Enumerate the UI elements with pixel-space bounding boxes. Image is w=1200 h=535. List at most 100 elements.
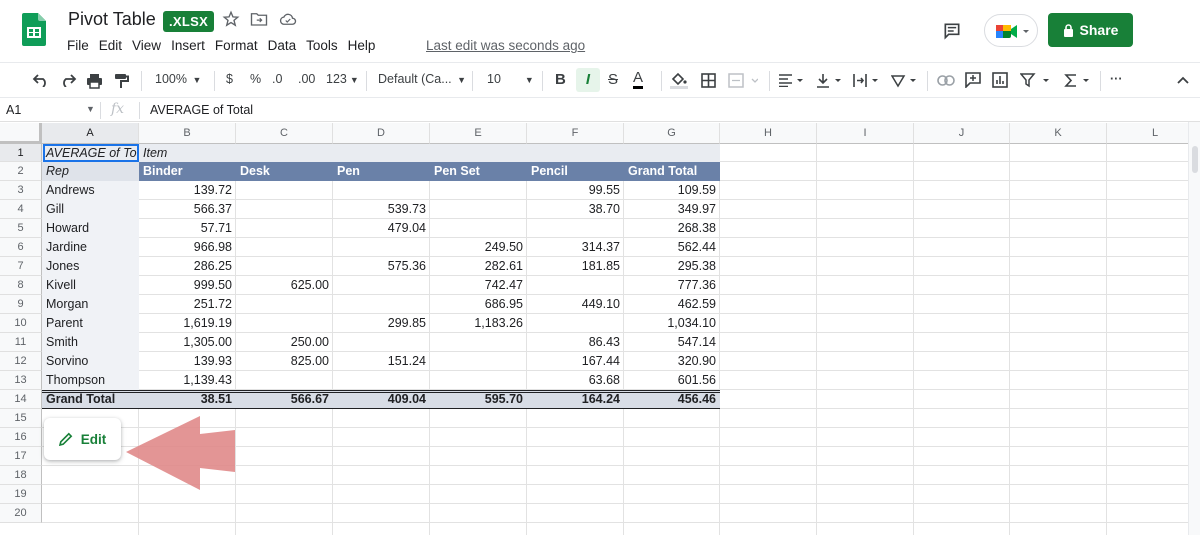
pivot-value-cell[interactable]: 286.25 [139, 257, 236, 276]
meet-button[interactable] [984, 14, 1038, 47]
row-header-4[interactable]: 4 [0, 200, 42, 219]
row-header-3[interactable]: 3 [0, 181, 42, 200]
name-box[interactable]: A1 [6, 103, 21, 117]
pivot-value-cell[interactable]: 825.00 [236, 352, 333, 371]
row-header-8[interactable]: 8 [0, 276, 42, 295]
row-header-17[interactable]: 17 [0, 447, 42, 466]
pivot-value-cell[interactable] [333, 276, 430, 295]
pivot-value-cell[interactable]: 547.14 [624, 333, 720, 352]
pivot-value-cell[interactable] [527, 276, 624, 295]
pivot-value-cell[interactable]: 1,139.43 [139, 371, 236, 390]
filter-icon[interactable] [1020, 73, 1050, 88]
functions-icon[interactable] [1064, 73, 1094, 88]
menu-view[interactable]: View [132, 38, 161, 53]
pivot-value-cell[interactable]: 282.61 [430, 257, 527, 276]
move-folder-icon[interactable] [250, 11, 268, 27]
column-header-f[interactable]: F [527, 123, 624, 144]
pivot-value-cell[interactable]: 966.98 [139, 238, 236, 257]
pivot-value-cell[interactable]: 601.56 [624, 371, 720, 390]
vertical-scrollbar[interactable] [1188, 122, 1200, 535]
pivot-value-cell[interactable]: 109.59 [624, 181, 720, 200]
pivot-value-cell[interactable] [430, 200, 527, 219]
pivot-column-header[interactable]: Pen [333, 162, 430, 181]
formula-input[interactable]: AVERAGE of Total [150, 103, 253, 117]
print-icon[interactable] [86, 73, 103, 89]
fill-color-icon[interactable] [670, 72, 688, 89]
column-header-c[interactable]: C [236, 123, 333, 144]
pivot-value-cell[interactable]: 139.72 [139, 181, 236, 200]
pivot-rep-name[interactable]: Kivell [42, 276, 139, 295]
insert-chart-icon[interactable] [992, 72, 1008, 88]
italic-button[interactable]: I [576, 68, 600, 92]
increase-decimal-button[interactable]: .00 [298, 72, 315, 86]
pivot-value-cell[interactable]: 295.38 [624, 257, 720, 276]
pivot-value-cell[interactable]: 167.44 [527, 352, 624, 371]
scrollbar-thumb[interactable] [1192, 146, 1198, 173]
pivot-value-cell[interactable] [333, 295, 430, 314]
redo-icon[interactable] [59, 73, 77, 87]
text-wrapping-icon[interactable] [853, 73, 883, 88]
pivot-value-cell[interactable]: 299.85 [333, 314, 430, 333]
text-color-button[interactable]: A [633, 69, 644, 89]
star-icon[interactable] [222, 10, 240, 28]
pivot-value-cell[interactable]: 268.38 [624, 219, 720, 238]
pivot-value-cell[interactable] [333, 333, 430, 352]
pivot-value-cell[interactable]: 151.24 [333, 352, 430, 371]
row-header-11[interactable]: 11 [0, 333, 42, 352]
pivot-value-cell[interactable]: 1,619.19 [139, 314, 236, 333]
pivot-value-cell[interactable] [236, 371, 333, 390]
font-size-select[interactable]: 10 ▼ [487, 72, 534, 86]
pivot-value-cell[interactable] [236, 257, 333, 276]
vertical-align-icon[interactable] [816, 73, 846, 88]
menu-edit[interactable]: Edit [99, 38, 122, 53]
pivot-value-cell[interactable]: 99.55 [527, 181, 624, 200]
pivot-value-cell[interactable]: 63.68 [527, 371, 624, 390]
grand-total-value[interactable]: 409.04 [333, 390, 430, 409]
pivot-value-cell[interactable] [430, 219, 527, 238]
pivot-value-cell[interactable] [430, 333, 527, 352]
undo-icon[interactable] [32, 73, 50, 87]
pivot-value-cell[interactable]: 139.93 [139, 352, 236, 371]
document-title[interactable]: Pivot Table [68, 9, 156, 30]
cloud-status-icon[interactable] [279, 12, 297, 26]
more-formats-button[interactable]: 123 ▼ [326, 72, 359, 86]
pivot-value-cell[interactable]: 349.97 [624, 200, 720, 219]
pivot-value-cell[interactable]: 38.70 [527, 200, 624, 219]
column-header-i[interactable]: I [817, 123, 914, 144]
pivot-column-header[interactable]: Pen Set [430, 162, 527, 181]
insert-comment-icon[interactable] [965, 72, 981, 88]
pivot-value-cell[interactable] [236, 200, 333, 219]
grand-total-value[interactable]: 38.51 [139, 390, 236, 409]
row-header-18[interactable]: 18 [0, 466, 42, 485]
pivot-value-cell[interactable] [333, 181, 430, 200]
row-header-20[interactable]: 20 [0, 504, 42, 523]
menu-data[interactable]: Data [268, 38, 297, 53]
pivot-rep-name[interactable]: Thompson [42, 371, 139, 390]
pivot-value-cell[interactable]: 575.36 [333, 257, 430, 276]
column-header-b[interactable]: B [139, 123, 236, 144]
more-options-button[interactable]: ··· [1110, 72, 1123, 86]
pivot-value-cell[interactable]: 1,305.00 [139, 333, 236, 352]
insert-link-icon[interactable] [937, 75, 955, 86]
font-family-select[interactable]: Default (Ca... ▼ [378, 72, 466, 86]
pivot-rep-name[interactable]: Smith [42, 333, 139, 352]
pivot-rep-name[interactable]: Jones [42, 257, 139, 276]
pivot-value-cell[interactable] [333, 238, 430, 257]
menu-help[interactable]: Help [348, 38, 376, 53]
pivot-value-cell[interactable]: 1,183.26 [430, 314, 527, 333]
grand-total-value[interactable]: 595.70 [430, 390, 527, 409]
pivot-value-cell[interactable] [430, 371, 527, 390]
bold-button[interactable]: B [555, 71, 566, 88]
pivot-value-cell[interactable]: 539.73 [333, 200, 430, 219]
horizontal-align-icon[interactable] [778, 74, 808, 87]
pivot-value-cell[interactable]: 320.90 [624, 352, 720, 371]
text-rotation-icon[interactable] [891, 73, 921, 88]
comment-history-icon[interactable] [942, 21, 962, 41]
pivot-edit-button[interactable]: Edit [44, 418, 121, 460]
column-header-k[interactable]: K [1010, 123, 1107, 144]
select-all-corner[interactable] [0, 123, 42, 144]
last-edit-link[interactable]: Last edit was seconds ago [426, 38, 585, 53]
pivot-value-cell[interactable] [236, 181, 333, 200]
pivot-column-header[interactable]: Binder [139, 162, 236, 181]
column-header-a[interactable]: A [42, 123, 139, 144]
